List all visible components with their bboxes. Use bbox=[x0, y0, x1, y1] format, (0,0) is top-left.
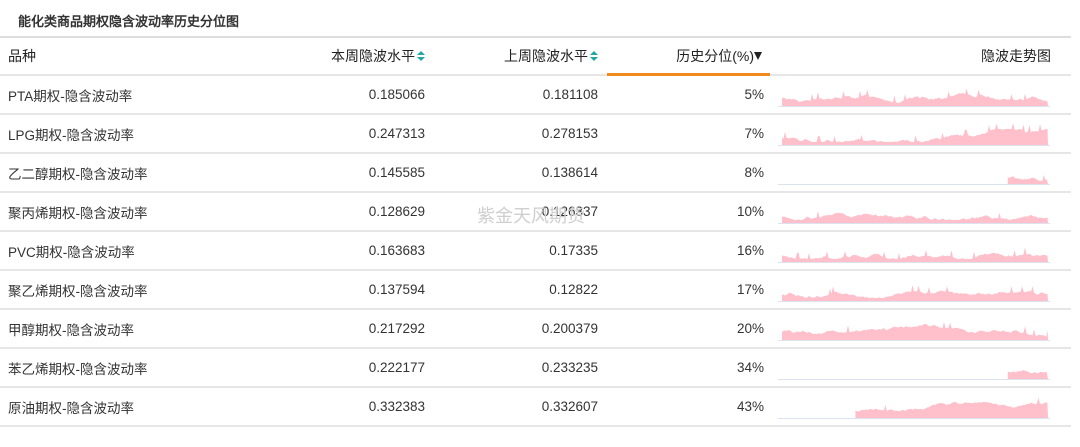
row-percentile: 16% bbox=[736, 243, 764, 258]
volatility-table: 品种 本周隐波水平 上周隐波水平 历史分位(%) 隐波走势图 PTA期权-隐含波… bbox=[0, 36, 1071, 427]
row-sparkline bbox=[778, 76, 1050, 113]
table-row: 甲醇期权-隐含波动率 0.217292 0.200379 20% bbox=[0, 310, 1071, 349]
page-title: 能化类商品期权隐含波动率历史分位图 bbox=[18, 15, 240, 30]
row-last-week: 0.233235 bbox=[541, 360, 598, 375]
row-name: 原油期权-隐含波动率 bbox=[8, 400, 134, 416]
row-name: LPG期权-隐含波动率 bbox=[8, 127, 135, 143]
table-body: PTA期权-隐含波动率 0.185066 0.181108 5% LPG期权-隐… bbox=[0, 76, 1071, 427]
header-this-week-label: 本周隐波水平 bbox=[331, 48, 415, 64]
row-percentile: 34% bbox=[736, 360, 764, 375]
row-sparkline bbox=[778, 310, 1050, 347]
row-name: 聚乙烯期权-隐含波动率 bbox=[8, 283, 148, 299]
row-last-week: 0.17335 bbox=[549, 243, 598, 258]
row-percentile: 8% bbox=[744, 165, 764, 180]
sparkline-chart bbox=[778, 210, 1050, 224]
row-sparkline bbox=[778, 388, 1050, 425]
table-row: 聚乙烯期权-隐含波动率 0.137594 0.12822 17% bbox=[0, 271, 1071, 310]
row-last-week: 0.332607 bbox=[541, 399, 598, 414]
sparkline-chart bbox=[778, 88, 1050, 107]
table-row: PVC期权-隐含波动率 0.163683 0.17335 16% bbox=[0, 232, 1071, 271]
row-percentile: 10% bbox=[736, 204, 764, 219]
row-sparkline bbox=[778, 154, 1050, 191]
sparkline-area bbox=[782, 246, 1048, 262]
header-percentile-label: 历史分位(%) bbox=[676, 48, 754, 64]
row-percentile: 7% bbox=[744, 126, 764, 141]
header-percentile[interactable]: 历史分位(%) bbox=[676, 38, 764, 74]
row-sparkline bbox=[778, 232, 1050, 269]
sparkline-chart bbox=[778, 369, 1050, 380]
row-this-week: 0.137594 bbox=[368, 282, 425, 297]
row-sparkline bbox=[778, 115, 1050, 152]
sparkline-area bbox=[782, 321, 1048, 340]
row-this-week: 0.217292 bbox=[368, 321, 425, 336]
row-last-week: 0.200379 bbox=[541, 321, 598, 336]
row-this-week: 0.247313 bbox=[368, 126, 425, 141]
row-this-week: 0.185066 bbox=[368, 87, 425, 102]
row-percentile: 20% bbox=[736, 321, 764, 336]
row-name: 聚丙烯期权-隐含波动率 bbox=[8, 205, 148, 221]
sparkline-chart bbox=[778, 397, 1050, 419]
row-name: PTA期权-隐含波动率 bbox=[8, 88, 133, 104]
row-name: 甲醇期权-隐含波动率 bbox=[8, 322, 134, 338]
table-row: LPG期权-隐含波动率 0.247313 0.278153 7% bbox=[0, 115, 1071, 154]
table-row: 聚丙烯期权-隐含波动率 0.128629 0.126337 10% bbox=[0, 193, 1071, 232]
sort-icon[interactable] bbox=[590, 50, 598, 62]
row-name: 乙二醇期权-隐含波动率 bbox=[8, 166, 148, 182]
row-percentile: 43% bbox=[736, 399, 764, 414]
sparkline-chart bbox=[778, 122, 1050, 146]
row-this-week: 0.163683 bbox=[368, 243, 425, 258]
sparkline-chart bbox=[778, 174, 1050, 185]
sparkline-area bbox=[855, 397, 1048, 418]
row-name: PVC期权-隐含波动率 bbox=[8, 244, 135, 260]
row-last-week: 0.181108 bbox=[542, 87, 598, 102]
sparkline-area bbox=[1007, 174, 1048, 184]
header-this-week[interactable]: 本周隐波水平 bbox=[331, 38, 425, 74]
row-last-week: 0.138614 bbox=[541, 165, 598, 180]
table-row: 原油期权-隐含波动率 0.332383 0.332607 43% bbox=[0, 388, 1071, 427]
sort-icon[interactable] bbox=[417, 50, 425, 62]
sparkline-area bbox=[782, 210, 1048, 223]
header-trend: 隐波走势图 bbox=[981, 48, 1051, 64]
row-this-week: 0.222177 bbox=[368, 360, 425, 375]
table-row: 乙二醇期权-隐含波动率 0.145585 0.138614 8% bbox=[0, 154, 1071, 193]
row-sparkline bbox=[778, 193, 1050, 230]
row-last-week: 0.278153 bbox=[541, 126, 598, 141]
table-row: PTA期权-隐含波动率 0.185066 0.181108 5% bbox=[0, 76, 1071, 115]
row-last-week: 0.126337 bbox=[541, 204, 598, 219]
row-sparkline bbox=[778, 349, 1050, 386]
sparkline-area bbox=[1007, 369, 1048, 379]
sparkline-chart bbox=[778, 284, 1050, 302]
row-this-week: 0.128629 bbox=[368, 204, 425, 219]
header-last-week-label: 上周隐波水平 bbox=[504, 48, 588, 64]
page: 能化类商品期权隐含波动率历史分位图 品种 本周隐波水平 上周隐波水平 历史分位(… bbox=[0, 0, 1080, 447]
row-last-week: 0.12822 bbox=[549, 282, 598, 297]
row-sparkline bbox=[778, 271, 1050, 308]
header-last-week[interactable]: 上周隐波水平 bbox=[504, 38, 598, 74]
row-percentile: 17% bbox=[736, 282, 764, 297]
table-header: 品种 本周隐波水平 上周隐波水平 历史分位(%) 隐波走势图 bbox=[0, 38, 1071, 76]
row-percentile: 5% bbox=[744, 87, 764, 102]
header-name: 品种 bbox=[8, 48, 36, 64]
row-this-week: 0.332383 bbox=[368, 399, 425, 414]
sparkline-chart bbox=[778, 246, 1050, 263]
table-row: 苯乙烯期权-隐含波动率 0.222177 0.233235 34% bbox=[0, 349, 1071, 388]
sparkline-area bbox=[782, 88, 1048, 106]
sort-desc-icon[interactable] bbox=[754, 50, 764, 62]
sparkline-area bbox=[782, 284, 1048, 301]
sparkline-chart bbox=[778, 321, 1050, 341]
row-name: 苯乙烯期权-隐含波动率 bbox=[8, 361, 148, 377]
sparkline-area bbox=[782, 122, 1048, 145]
row-this-week: 0.145585 bbox=[368, 165, 425, 180]
